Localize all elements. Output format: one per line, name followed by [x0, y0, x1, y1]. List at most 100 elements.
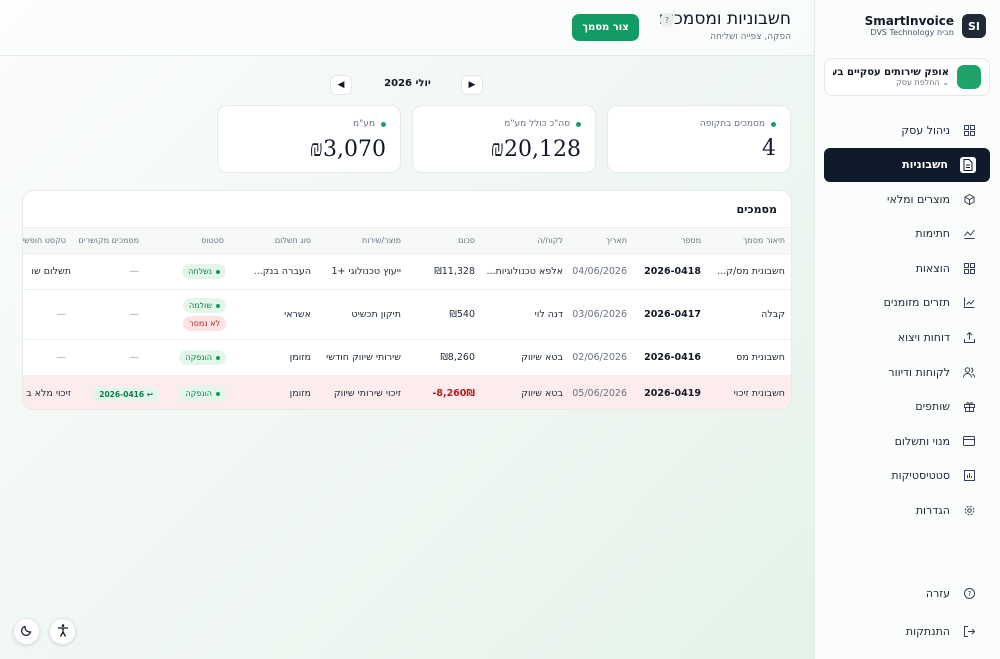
status-text: לא נמסר: [189, 319, 220, 328]
page-title: חשבוניות ומסמכים: [658, 9, 791, 29]
cell-type: חשבונית מס: [736, 352, 785, 363]
table-row[interactable]: חשבונית זיכוי 2026-0419 05/06/2026 בטא ש…: [23, 376, 791, 409]
column-header[interactable]: מוצר/שירות: [362, 236, 401, 245]
box-icon: [962, 192, 976, 206]
column-header[interactable]: סכום: [458, 236, 475, 245]
sidebar-item-settings[interactable]: הגדרות: [824, 494, 990, 528]
sidebar-item-label: חתימות: [915, 227, 950, 241]
cell-type: חשבונית זיכוי: [733, 388, 785, 399]
sidebar-item-label: מוצרים ומלאי: [887, 192, 950, 206]
create-document-button[interactable]: צור מסמך: [572, 14, 639, 41]
cell-payment: אשראי: [284, 309, 311, 320]
sidebar-item-label: לקוחות ודיוור: [888, 365, 950, 379]
help-badge[interactable]: ?: [660, 13, 674, 27]
chart-icon: [962, 469, 976, 483]
sidebar-item-business[interactable]: ניהול עסק: [824, 113, 990, 147]
logout-link[interactable]: התנתקות: [824, 616, 990, 646]
business-switch-label: ⌄ החלפת עסק: [833, 78, 949, 87]
table-row[interactable]: חשבונית מס/ק... 2026-0418 04/06/2026 אלפ…: [23, 254, 791, 290]
column-header[interactable]: סטטוס: [201, 236, 224, 245]
column-header[interactable]: טקסט חופשי: [23, 236, 66, 245]
sidebar-item-expenses[interactable]: הוצאות: [824, 251, 990, 285]
card-icon: [962, 434, 976, 448]
brand-text: SmartInvoice DVS Technology מבית: [865, 14, 954, 38]
cell-free-text: —: [56, 309, 67, 320]
cell-client: דנה לוי: [534, 309, 563, 320]
sidebar-item-products[interactable]: מוצרים ומלאי: [824, 182, 990, 216]
cell-type: חשבונית מס/ק...: [717, 266, 785, 277]
sidebar-item-signatures[interactable]: חתימות: [824, 217, 990, 251]
page-subtitle: הפקה, צפייה ושליחה: [710, 32, 791, 42]
next-month-button[interactable]: ▶: [461, 75, 483, 95]
status-dot: [216, 355, 220, 360]
cell-number: 2026-0419: [644, 388, 701, 399]
signature-icon: [962, 227, 976, 241]
stat-card-vat: מע"מ ₪3,070: [217, 105, 401, 173]
help-label: עזרה: [925, 586, 950, 600]
stat-label-text: מע"מ: [353, 119, 375, 129]
column-header[interactable]: מספר: [681, 236, 701, 245]
status-text: שולמה: [188, 301, 212, 310]
sidebar-item-label: דוחות ויצוא: [897, 331, 950, 345]
sidebar-item-label: חשבוניות: [902, 158, 948, 172]
sidebar-item-invoices[interactable]: חשבוניות: [824, 147, 990, 182]
theme-toggle-button[interactable]: [13, 618, 40, 645]
cell-date: 05/06/2026: [572, 388, 627, 399]
cell-linked: —: [129, 309, 140, 320]
cell-payment: מזומן: [289, 388, 311, 399]
accessibility-button[interactable]: [49, 618, 76, 645]
cell-product: תיקון תכשיט: [351, 309, 401, 320]
cell-date: 03/06/2026: [572, 309, 627, 320]
grid-icon: [962, 261, 976, 275]
sidebar-item-statistics[interactable]: סטטיסטיקות: [824, 459, 990, 493]
brand[interactable]: SmartInvoice DVS Technology מבית SI: [865, 14, 986, 38]
column-header[interactable]: סוג תשלום: [275, 236, 311, 245]
status-badge: שולמה: [182, 298, 226, 313]
cell-type: קבלה: [761, 309, 785, 320]
sidebar-item-label: תזרים מזומנים: [883, 296, 950, 310]
sidebar-item-reports[interactable]: דוחות ויצוא: [824, 321, 990, 355]
cell-linked: —: [129, 352, 140, 363]
business-switcher[interactable]: אופק שירותים עסקיים בע... ⌄ החלפת עסק: [824, 58, 990, 96]
sidebar-item-clients[interactable]: לקוחות ודיוור: [824, 355, 990, 389]
stat-value: ₪20,128: [490, 137, 581, 162]
cell-product: שירותי שיווק חודשי: [326, 352, 401, 363]
cell-date: 02/06/2026: [572, 352, 627, 363]
help-link[interactable]: עזרה ?: [824, 578, 990, 608]
cell-product: ייעוץ טכנולוגי +1: [331, 266, 401, 277]
business-name: אופק שירותים עסקיים בע...: [833, 67, 949, 78]
column-header[interactable]: לקוח/ה: [537, 236, 563, 245]
delivery-badge: לא נמסר: [183, 316, 226, 331]
cell-free-text: זיכוי מלא ב: [26, 388, 71, 399]
column-header[interactable]: תאריך: [606, 236, 627, 245]
switch-text: החלפת עסק: [896, 78, 940, 87]
column-header[interactable]: תיאור מסמך: [743, 236, 785, 245]
status-dot: [216, 391, 220, 396]
cell-amount: ₪540: [449, 309, 475, 320]
chevron-down-icon: ⌄: [942, 78, 949, 87]
table-row[interactable]: חשבונית מס 2026-0416 02/06/2026 בטא שיוו…: [23, 340, 791, 376]
sidebar-item-label: מנוי ותשלום: [894, 434, 950, 448]
status-dot: [771, 121, 776, 127]
column-header[interactable]: מסמכים מקושרים: [79, 236, 140, 245]
users-icon: [962, 365, 976, 379]
trend-icon: [962, 296, 976, 310]
sidebar-item-label: הגדרות: [915, 504, 950, 518]
moon-icon: [20, 624, 33, 639]
sidebar: SmartInvoice DVS Technology מבית SI אופק…: [814, 0, 1000, 659]
accessibility-icon: [57, 623, 69, 640]
stat-card-documents: מסמכים בתקופה 4: [607, 105, 791, 173]
prev-month-button[interactable]: ◀: [330, 75, 352, 95]
linked-document-chip[interactable]: 2026-0416 ↩: [93, 387, 159, 401]
sidebar-item-cashflow[interactable]: תזרים מזומנים: [824, 286, 990, 320]
sidebar-item-subscription[interactable]: מנוי ותשלום: [824, 424, 990, 458]
sidebar-item-partners[interactable]: שותפים: [824, 390, 990, 424]
table-row[interactable]: קבלה 2026-0417 03/06/2026 דנה לוי ₪540 ת…: [23, 290, 791, 340]
stat-label-text: סה"כ כולל מע"מ: [504, 119, 570, 129]
brand-name: SmartInvoice: [864, 14, 954, 28]
logout-icon: [962, 624, 976, 638]
cell-number: 2026-0418: [644, 266, 701, 277]
status-text: הונפקה: [185, 353, 212, 362]
svg-text:?: ?: [967, 590, 971, 598]
status-badge: הונפקה: [179, 350, 226, 365]
